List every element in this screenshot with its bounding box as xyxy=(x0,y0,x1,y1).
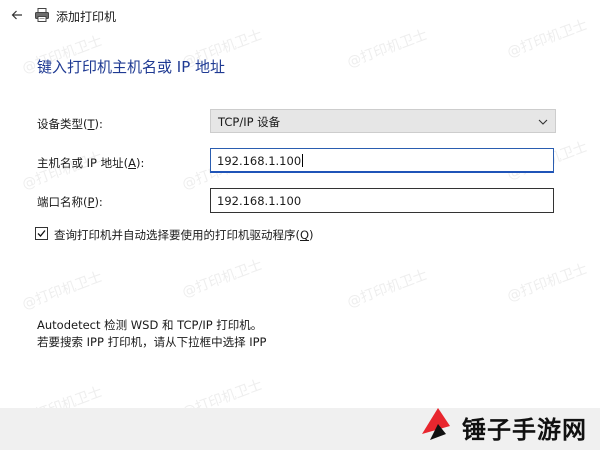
device-type-value: TCP/IP 设备 xyxy=(218,115,281,129)
host-label: 主机名或 IP 地址(A): xyxy=(37,156,145,170)
brand-watermark: 锤子手游网 xyxy=(408,398,598,450)
host-input[interactable]: 192.168.1.100 xyxy=(210,148,554,173)
brand-text: 锤子手游网 xyxy=(462,416,587,444)
brand-logo-icon xyxy=(422,408,450,440)
chevron-down-icon xyxy=(538,119,548,125)
device-type-label: 设备类型(T): xyxy=(37,117,103,131)
back-button[interactable] xyxy=(8,6,26,24)
back-arrow-icon xyxy=(11,10,22,20)
port-name-label: 端口名称(P): xyxy=(37,195,103,209)
query-driver-checkbox[interactable] xyxy=(35,227,48,240)
watermark: @打印机卫士 xyxy=(505,261,590,305)
port-name-input[interactable]: 192.168.1.100 xyxy=(210,188,554,213)
watermark: @打印机卫士 xyxy=(180,257,265,301)
query-driver-label: 查询打印机并自动选择要使用的打印机驱动程序(Q) xyxy=(54,228,314,242)
printer-icon xyxy=(35,8,49,22)
watermark: @打印机卫士 xyxy=(345,267,430,311)
page-heading: 键入打印机主机名或 IP 地址 xyxy=(37,58,226,76)
info-text-line2: 若要搜索 IPP 打印机，请从下拉框中选择 IPP xyxy=(37,335,267,349)
window-title: 添加打印机 xyxy=(56,10,117,24)
info-text-line1: Autodetect 检测 WSD 和 TCP/IP 打印机。 xyxy=(37,318,263,332)
watermark: @打印机卫士 xyxy=(20,269,105,313)
text-caret xyxy=(302,154,304,167)
title-bar: 添加打印机 xyxy=(0,0,600,32)
device-type-select[interactable]: TCP/IP 设备 xyxy=(210,109,556,133)
checkmark-icon xyxy=(37,230,46,237)
